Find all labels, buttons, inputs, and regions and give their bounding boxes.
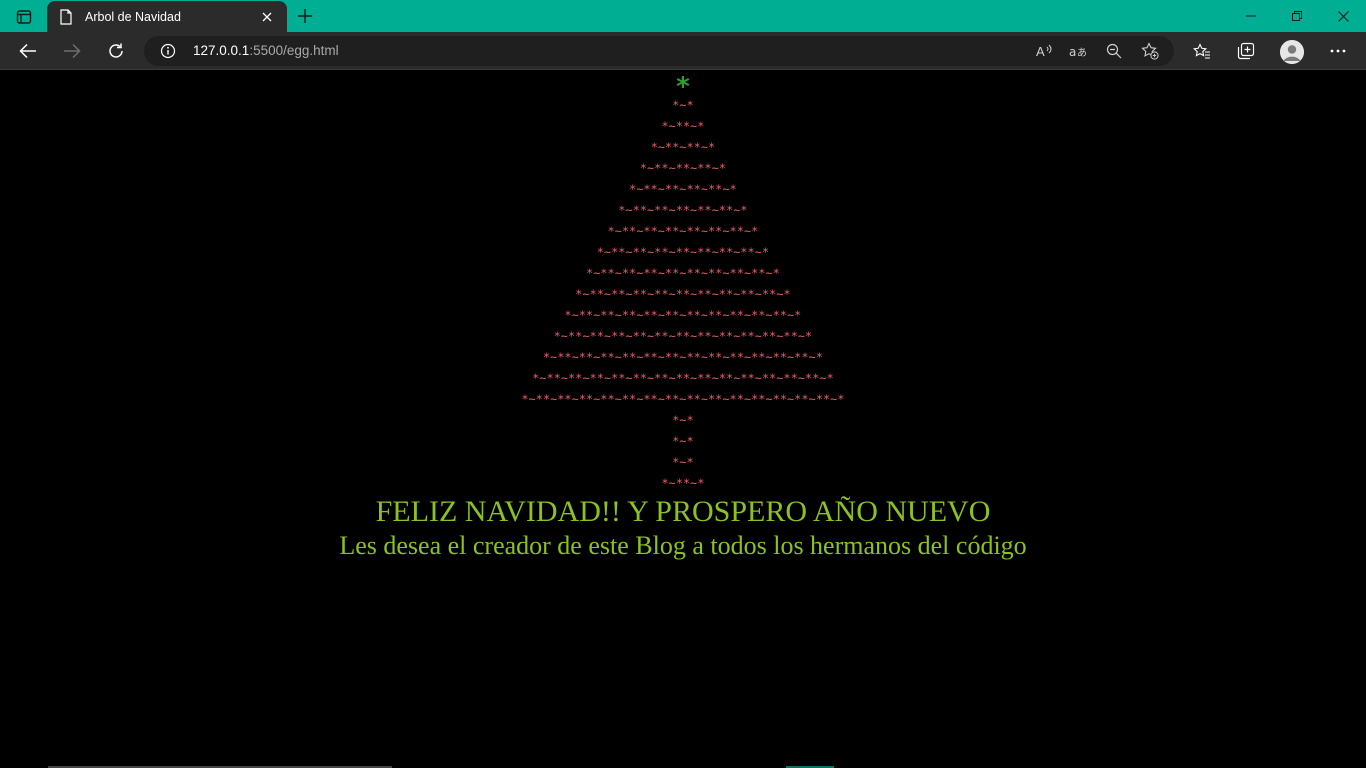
back-arrow-icon[interactable] xyxy=(12,35,44,67)
tab-title: Arbol de Navidad xyxy=(85,9,181,24)
tree-row: *~**~**~**~**~**~**~**~**~**~**~**~* xyxy=(553,329,813,343)
tree-row: *~**~**~**~**~**~* xyxy=(618,203,748,217)
window-close-icon[interactable] xyxy=(1320,0,1366,32)
browser-titlebar: Arbol de Navidad xyxy=(0,0,1366,32)
greeting-heading: FELIZ NAVIDAD!! Y PROSPERO AÑO NUEVO xyxy=(375,495,991,528)
tree-row: *~* xyxy=(672,413,694,427)
tree-row: *~**~**~**~**~**~**~**~**~**~**~**~**~**… xyxy=(521,392,845,406)
christmas-tree: *~* *~**~* *~**~**~* *~**~**~**~* *~**~**~**… xyxy=(0,95,1366,494)
close-icon[interactable] xyxy=(257,7,277,27)
tree-row: *~**~**~* xyxy=(650,140,716,154)
tree-row: *~**~**~**~**~**~**~* xyxy=(607,224,759,238)
tree-row: *~* xyxy=(672,455,694,469)
restore-icon[interactable] xyxy=(1274,0,1320,32)
page-content: * *~* *~**~* *~**~**~* *~**~**~**~* *~**~**~… xyxy=(0,71,1366,768)
tree-row: *~**~**~**~**~**~**~**~**~**~**~**~**~* xyxy=(542,350,824,364)
tree-row: *~**~* xyxy=(661,119,705,133)
url-text[interactable]: 127.0.0.1:5500/egg.html xyxy=(193,43,339,58)
tree-row: *~**~**~**~**~**~**~**~**~* xyxy=(586,266,780,280)
read-aloud-icon[interactable]: A xyxy=(1032,40,1056,62)
tree-row: *~**~**~**~**~**~**~**~**~**~* xyxy=(575,287,791,301)
tree-row: *~* xyxy=(672,434,694,448)
plus-icon[interactable] xyxy=(293,5,317,27)
tab-actions-icon[interactable] xyxy=(10,6,38,28)
tree-row: *~**~**~**~**~**~**~**~* xyxy=(596,245,770,259)
browser-toolbar: 127.0.0.1:5500/egg.html A aあ xyxy=(0,32,1366,70)
collections-icon[interactable] xyxy=(1230,35,1262,67)
tree-row: *~**~**~**~**~* xyxy=(629,182,737,196)
info-icon[interactable] xyxy=(160,43,176,59)
svg-text:a: a xyxy=(1069,45,1076,59)
greeting-subtitle: Les desea el creador de este Blog a todo… xyxy=(339,531,1027,560)
tree-row: *~**~**~**~**~**~**~**~**~**~**~* xyxy=(564,308,802,322)
minimize-icon[interactable] xyxy=(1228,0,1274,32)
tree-row: *~**~**~**~* xyxy=(639,161,727,175)
tree-row: *~**~* xyxy=(661,476,705,490)
more-icon[interactable] xyxy=(1322,35,1354,67)
add-favorite-icon[interactable] xyxy=(1138,40,1162,62)
refresh-icon[interactable] xyxy=(100,35,132,67)
svg-text:A: A xyxy=(1036,44,1045,59)
profile-icon[interactable] xyxy=(1280,40,1304,64)
page-icon xyxy=(59,8,75,25)
tab-arbol-de-navidad[interactable]: Arbol de Navidad xyxy=(47,1,287,32)
tree-row: *~**~**~**~**~**~**~**~**~**~**~**~**~**… xyxy=(532,371,834,385)
translate-icon[interactable]: aあ xyxy=(1066,40,1090,62)
svg-text:あ: あ xyxy=(1077,47,1087,59)
address-bar[interactable]: 127.0.0.1:5500/egg.html A aあ xyxy=(144,36,1174,66)
favorites-icon[interactable] xyxy=(1186,35,1218,67)
forward-arrow-icon[interactable] xyxy=(56,35,88,67)
tree-row: *~* xyxy=(672,98,694,112)
zoom-out-icon[interactable] xyxy=(1102,40,1126,62)
